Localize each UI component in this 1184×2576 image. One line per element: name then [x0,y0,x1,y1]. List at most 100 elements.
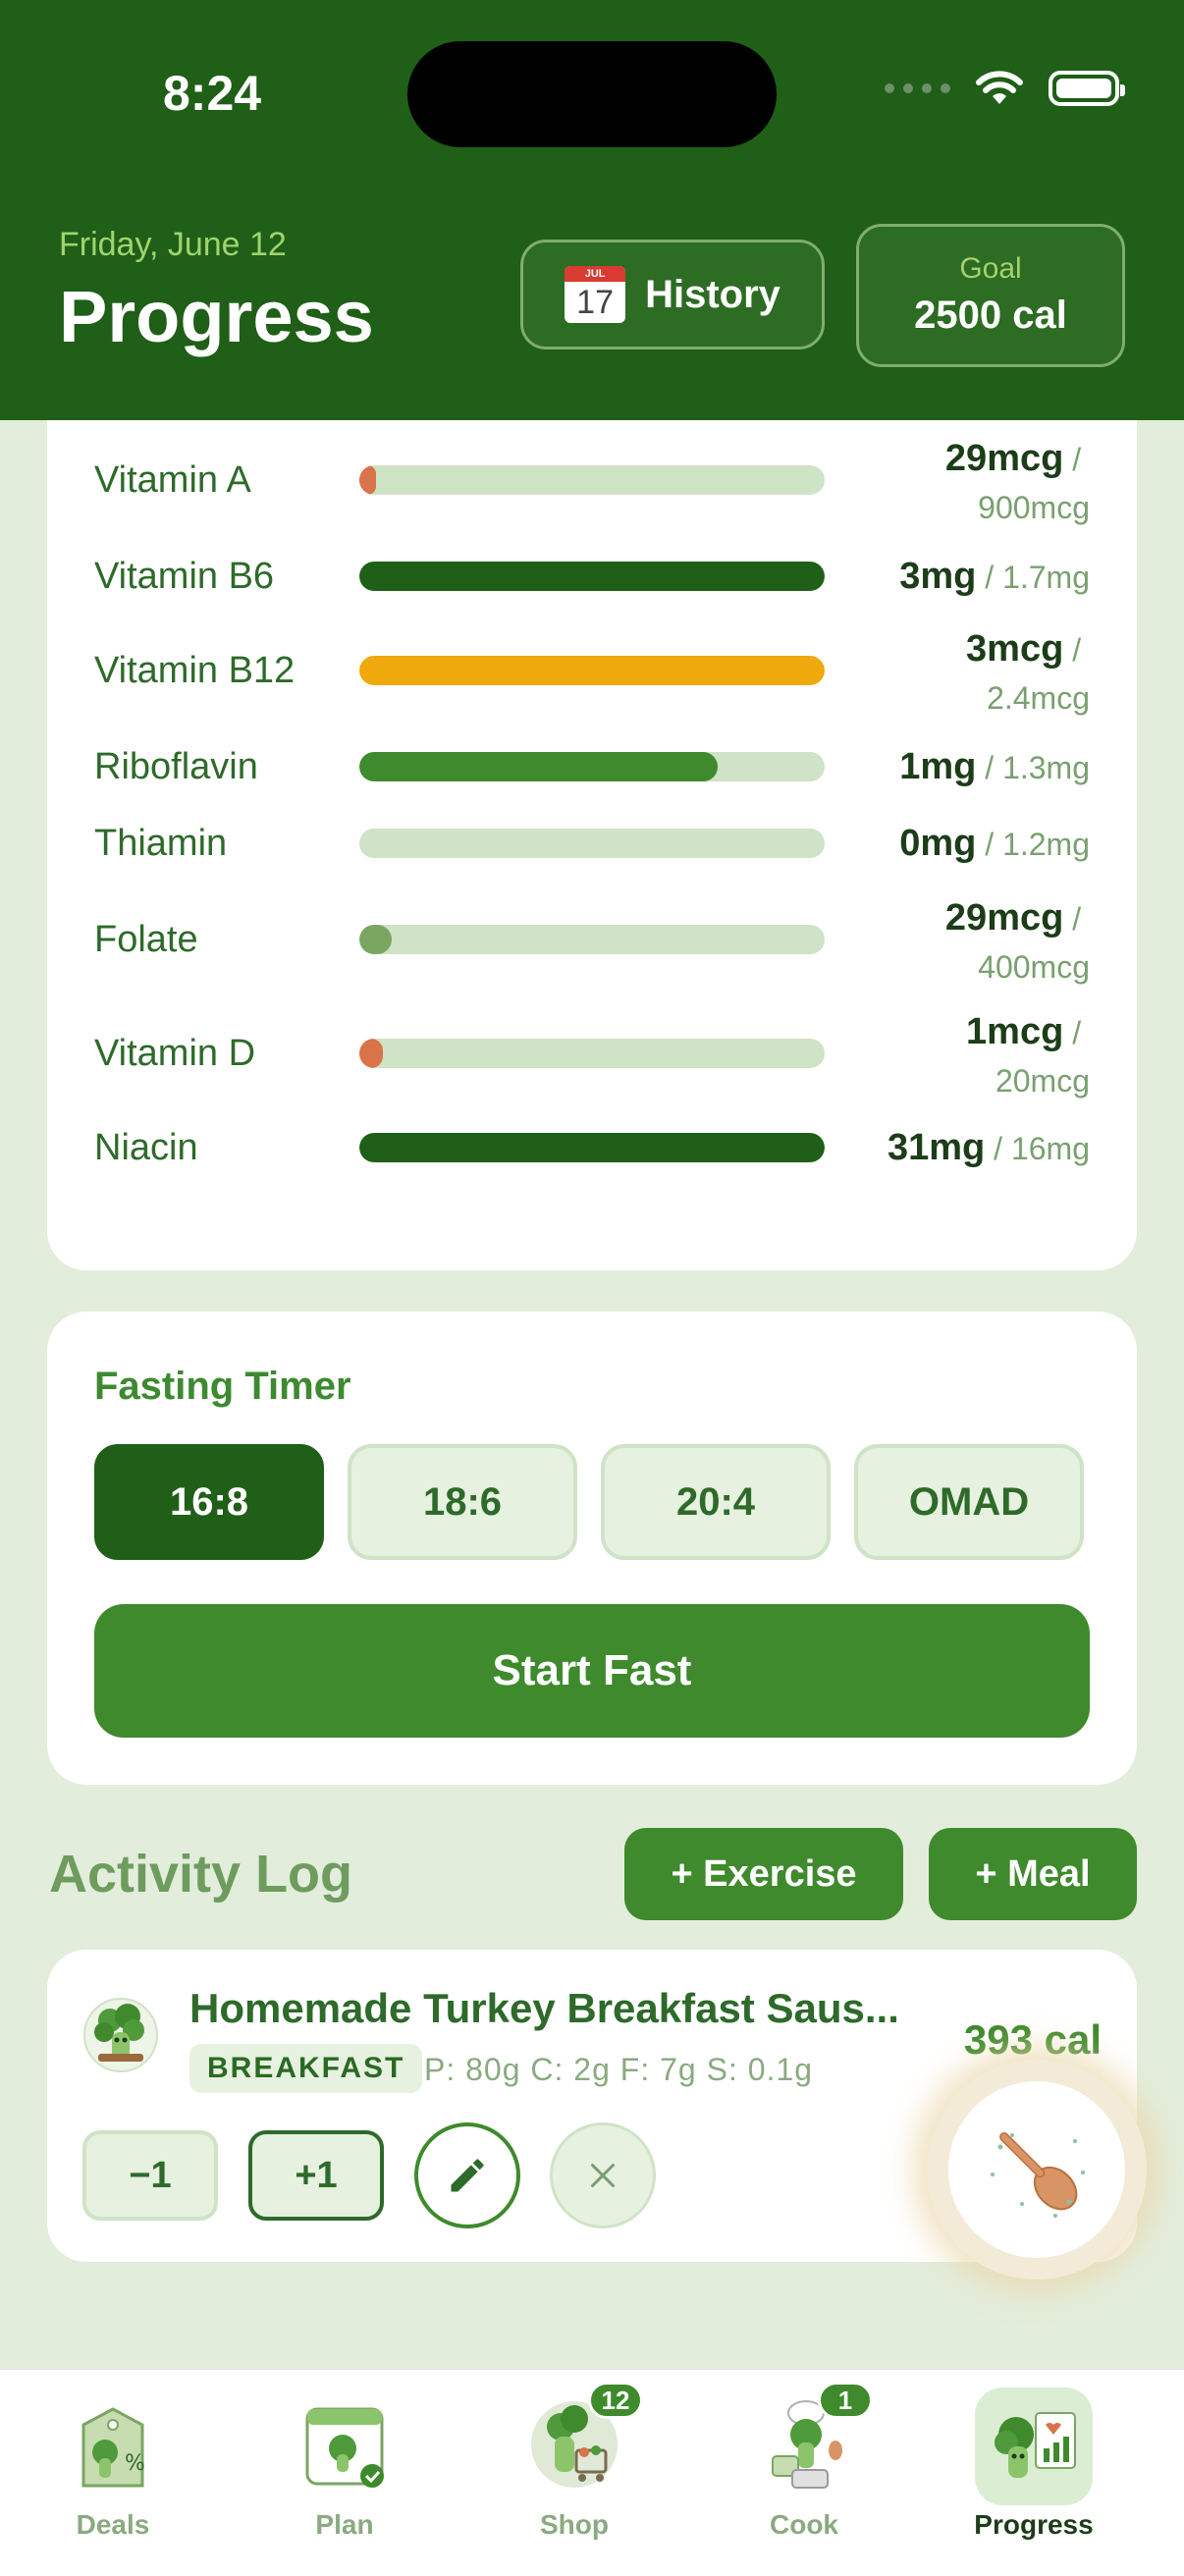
nutrient-value: 29mcg [944,897,1064,939]
nutrient-amount: 0mg / 1.2mg [899,823,1090,872]
nutrient-progress-fill [359,925,393,954]
edit-entry-button[interactable] [414,2122,520,2228]
add-exercise-button[interactable]: + Exercise [624,1828,903,1920]
tab-bar: % Deals Plan 12 Shop 1 Cook Progress [0,2368,1184,2576]
goal-button[interactable]: Goal 2500 cal [856,224,1125,367]
header: 8:24 Friday, June 12 Progress JUL 17 His… [0,0,1184,420]
fasting-option-16-8[interactable]: 16:8 [94,1444,324,1560]
tab-deals[interactable]: % Deals [29,2388,196,2541]
nutrient-name: Vitamin B6 [94,556,275,597]
broccoli-avatar-icon [83,1998,158,2072]
battery-icon [1049,71,1125,106]
fasting-option-18-6[interactable]: 18:6 [348,1444,577,1560]
nutrient-goal: / [1063,901,1090,937]
food-calories: 393 cal [963,2016,1102,2063]
nutrient-goal: / [1063,442,1090,477]
nutrient-progress-fill [359,562,825,591]
nutrient-progress-fill [359,656,825,685]
fasting-options: 16:8 18:6 20:4 OMAD [94,1444,1084,1560]
tab-cook[interactable]: 1 Cook [721,2382,888,2541]
shop-badge: 12 [588,2382,643,2419]
plan-icon [286,2388,404,2505]
calendar-icon: JUL 17 [565,266,626,323]
nutrient-value: 3mcg [966,628,1064,670]
tab-progress[interactable]: Progress [950,2388,1117,2541]
nutrient-value: 3mg [899,556,977,597]
nutrient-progress-bar [359,829,825,858]
status-time: 8:24 [163,66,262,121]
nutrient-name: Thiamin [94,823,228,864]
fasting-option-omad[interactable]: OMAD [854,1444,1084,1560]
signal-icon [885,83,950,93]
wifi-icon [976,71,1023,104]
nutrient-name: Vitamin D [94,1033,256,1074]
nutrient-value: 0mg [899,823,977,864]
nutrient-goal: / [1063,1015,1090,1050]
shop-icon: 12 [515,2382,643,2505]
nutrient-goal: 400mcg [978,949,1090,985]
activity-log-title: Activity Log [49,1845,353,1904]
nutrient-value: 31mg [888,1127,986,1168]
close-icon [591,2164,615,2187]
cook-icon: 1 [745,2382,873,2505]
add-meal-button[interactable]: + Meal [929,1828,1137,1920]
nutrient-goal: / 1.7mg [976,560,1090,595]
nutrient-progress-bar [359,656,825,685]
nutrient-progress-bar [359,465,825,495]
nutrient-progress-bar [359,925,825,954]
current-date: Friday, June 12 [59,226,287,263]
history-label: History [645,272,780,316]
nutrient-goal: / 1.2mg [976,827,1090,862]
cook-badge: 1 [818,2382,873,2419]
nutrient-value: 1mcg [966,1011,1064,1052]
start-fast-button[interactable]: Start Fast [94,1604,1090,1738]
nutrient-amount: 3mg / 1.7mg [899,556,1090,605]
food-name: Homemade Turkey Breakfast Saus... [189,1985,899,2031]
fasting-option-20-4[interactable]: 20:4 [601,1444,831,1560]
fasting-timer-card: Fasting Timer 16:8 18:6 20:4 OMAD Start … [47,1312,1137,1785]
fasting-title: Fasting Timer [94,1365,351,1408]
nutrient-progress-bar [359,562,825,591]
progress-icon [975,2388,1093,2505]
nutrient-amount: 29mcg / 400mcg [945,897,1090,988]
food-macros: P: 80g C: 2g F: 7g S: 0.1g [424,2052,813,2087]
spoon-icon [991,2132,1085,2218]
nutrient-name: Vitamin A [94,459,251,501]
pencil-icon [451,2159,484,2192]
nutrient-name: Folate [94,919,198,960]
nutrient-amount: 1mg / 1.3mg [899,746,1090,795]
nutrient-progress-bar [359,1039,825,1068]
svg-text:%: % [125,2451,145,2476]
nutrient-amount: 1mcg / 20mcg [966,1011,1090,1101]
increase-serving-button[interactable]: +1 [248,2130,384,2221]
nutrient-goal: 20mcg [995,1063,1090,1099]
magic-spoon-button[interactable] [927,2060,1147,2280]
tab-plan[interactable]: Plan [261,2388,428,2541]
history-button[interactable]: JUL 17 History [520,240,825,349]
nutrient-progress-fill [359,1133,825,1162]
nutrient-progress-fill [359,465,376,495]
nutrient-value: 29mcg [944,438,1064,479]
nutrient-amount: 29mcg / 900mcg [945,438,1090,528]
deals-icon: % [54,2388,172,2505]
nutrient-name: Niacin [94,1127,198,1168]
nutrient-amount: 3mcg / 2.4mcg [966,628,1090,719]
nutrient-progress-bar [359,752,825,781]
nutrient-goal: / [1063,632,1090,668]
nutrient-progress-fill [359,1039,383,1068]
nutrient-goal: / 1.3mg [976,750,1090,785]
nutrient-goal: 2.4mcg [987,680,1090,716]
goal-label: Goal [959,252,1022,285]
page-title: Progress [59,276,374,357]
remove-entry-button[interactable] [550,2122,656,2228]
tab-shop[interactable]: 12 Shop [491,2382,658,2541]
nutrient-progress-bar [359,1133,825,1162]
meal-type-badge: BREAKFAST [189,2044,423,2093]
goal-value: 2500 cal [914,294,1067,337]
decrease-serving-button[interactable]: −1 [82,2130,218,2221]
nutrient-progress-fill [359,752,718,781]
status-icons [885,71,1125,106]
nutrient-name: Vitamin B12 [94,650,296,691]
nutrient-goal: / 16mg [985,1131,1090,1166]
nutrient-card: Vitamin C1mg / 90mgVitamin A29mcg / 900m… [47,363,1137,1270]
